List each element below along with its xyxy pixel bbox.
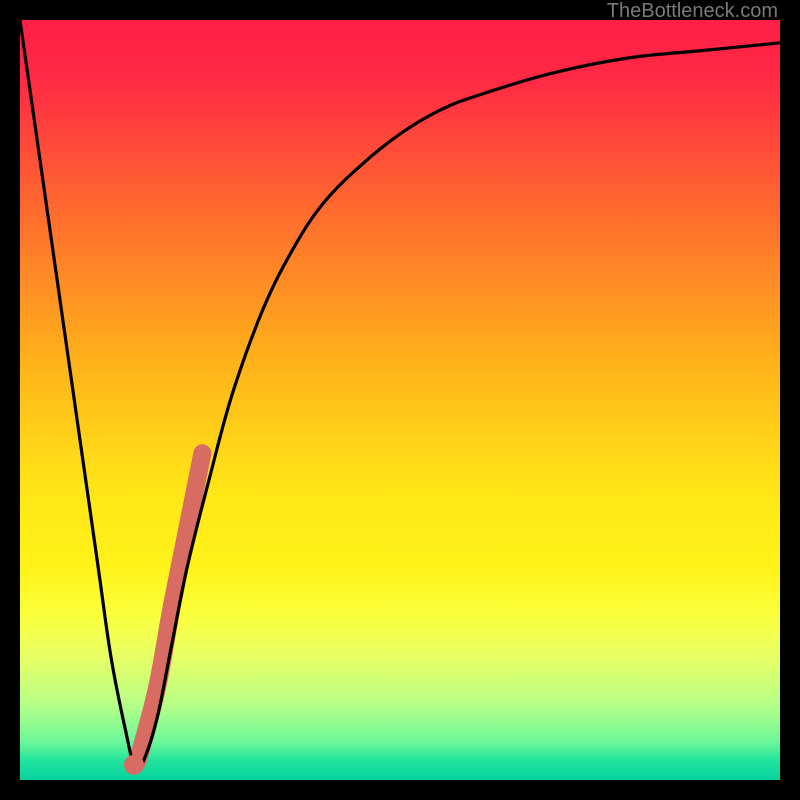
- chart-frame: TheBottleneck.com: [0, 0, 800, 800]
- overlay-band: [138, 453, 203, 761]
- chart-svg: [20, 20, 780, 780]
- minimum-marker: [124, 755, 144, 775]
- plot-area: [20, 20, 780, 780]
- watermark-text: TheBottleneck.com: [607, 0, 778, 23]
- bottleneck-curve-line: [20, 20, 780, 770]
